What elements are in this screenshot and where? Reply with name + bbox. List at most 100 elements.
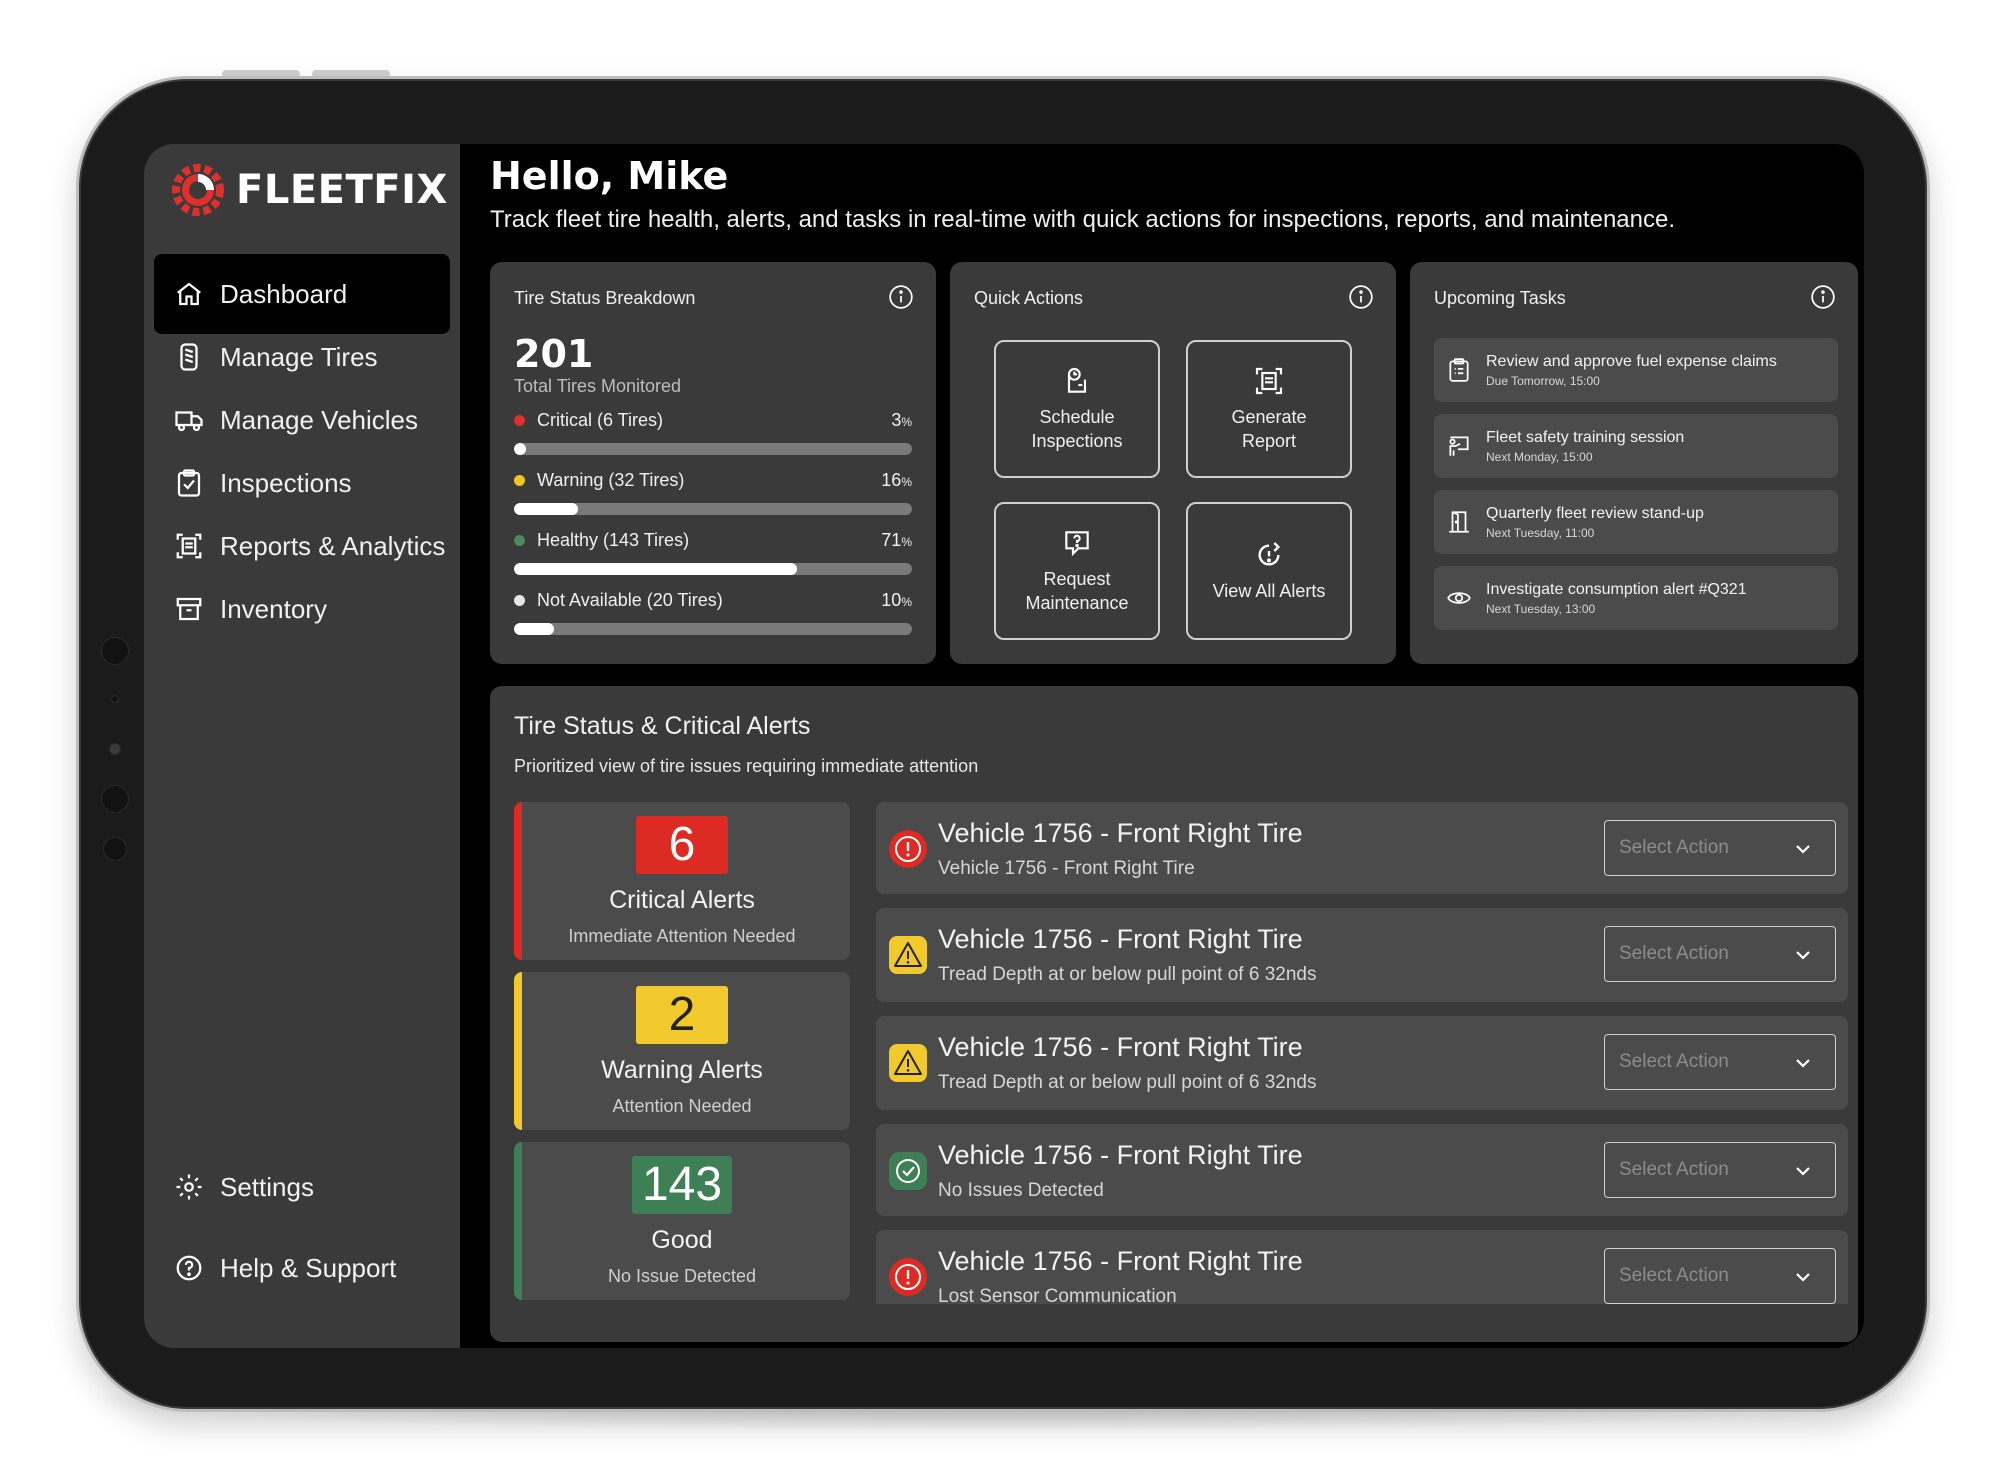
archive-icon — [176, 597, 202, 621]
sidebar-item-label: Manage Tires — [220, 341, 378, 372]
sidebar-item-inventory[interactable]: Inventory — [154, 569, 450, 649]
percent-value: 3 — [891, 410, 902, 430]
percent-value: 16 — [881, 470, 902, 490]
status-label: Critical (6 Tires) — [537, 410, 664, 430]
alert-title: Vehicle 1756 - Front Right Tire — [938, 1032, 1303, 1062]
page-subtitle: Track fleet tire health, alerts, and tas… — [490, 206, 1675, 233]
progress-fill — [514, 443, 526, 455]
task-item[interactable]: Review and approve fuel expense claims D… — [1434, 338, 1838, 402]
percent-unit: % — [901, 595, 912, 609]
camera-dot — [101, 637, 129, 665]
quick-action-label: Request Maintenance — [1025, 569, 1129, 613]
info-icon[interactable] — [1348, 284, 1374, 310]
status-dot — [514, 595, 525, 606]
schedule-inspections-button[interactable]: Schedule Inspections — [994, 340, 1160, 478]
critical-alert-icon — [889, 1258, 927, 1296]
quick-action-label: View All Alerts — [1212, 581, 1326, 601]
select-placeholder: Select Action — [1619, 837, 1729, 858]
sidebar-item-settings[interactable]: Settings — [154, 1147, 450, 1227]
percent-unit: % — [901, 475, 912, 489]
warning-triangle-icon — [889, 1044, 927, 1082]
summary-count: 143 — [631, 1156, 733, 1214]
select-action-dropdown[interactable]: Select Action — [1604, 1248, 1836, 1304]
alert-title: Vehicle 1756 - Front Right Tire — [938, 818, 1303, 848]
truck-icon — [175, 411, 203, 432]
select-placeholder: Select Action — [1619, 1051, 1729, 1072]
summary-sub: No Issue Detected — [607, 1266, 757, 1286]
task-item[interactable]: Fleet safety training session Next Monda… — [1434, 414, 1838, 478]
chevron-down-icon — [1796, 1167, 1810, 1176]
critical-summary-card[interactable]: 6 Critical Alerts Immediate Attention Ne… — [514, 802, 850, 960]
panel-subtitle: Prioritized view of tire issues requirin… — [514, 756, 979, 776]
alerts-list[interactable]: Vehicle 1756 - Front Right Tire Vehicle … — [876, 802, 1848, 1304]
warning-triangle-icon — [889, 936, 927, 974]
status-percent: 71% — [881, 530, 912, 551]
info-icon[interactable] — [1810, 284, 1836, 310]
select-placeholder: Select Action — [1619, 943, 1729, 964]
main-content: Hello, Mike Track fleet tire health, ale… — [460, 144, 1864, 1348]
alert-row[interactable]: Vehicle 1756 - Front Right Tire Tread De… — [876, 1016, 1848, 1110]
progress-bar — [514, 503, 912, 515]
status-dot — [514, 475, 525, 486]
alert-row[interactable]: Vehicle 1756 - Front Right Tire No Issue… — [876, 1124, 1848, 1216]
clipboard-check-icon — [177, 469, 201, 497]
upcoming-tasks-card: Upcoming Tasks Review and approve fuel e… — [1410, 262, 1858, 664]
select-action-dropdown[interactable]: Select Action — [1604, 1142, 1836, 1198]
status-row-healthy: Healthy (143 Tires) 71% — [514, 530, 912, 575]
alert-subtitle: Tread Depth at or below pull point of 6 … — [938, 1072, 1317, 1093]
alert-row[interactable]: Vehicle 1756 - Front Right Tire Lost Sen… — [876, 1230, 1848, 1304]
gear-logo-icon — [172, 164, 224, 216]
total-tires-label: Total Tires Monitored — [514, 376, 682, 396]
quick-action-label: Generate Report — [1231, 407, 1307, 451]
status-percent: 3% — [891, 410, 912, 431]
chevron-down-icon — [1796, 1273, 1810, 1282]
page-title: Hello, Mike — [490, 154, 729, 198]
summary-label: Good — [651, 1226, 713, 1254]
sidebar-item-label: Help & Support — [220, 1252, 397, 1283]
summary-label: Warning Alerts — [601, 1056, 763, 1084]
alert-row[interactable]: Vehicle 1756 - Front Right Tire Vehicle … — [876, 802, 1848, 894]
select-action-dropdown[interactable]: Select Action — [1604, 820, 1836, 876]
task-title: Investigate consumption alert #Q321 — [1486, 580, 1747, 598]
alert-subtitle: Lost Sensor Communication — [938, 1286, 1177, 1304]
check-circle-icon — [889, 1152, 927, 1190]
task-item[interactable]: Quarterly fleet review stand-up Next Tue… — [1434, 490, 1838, 554]
quick-actions-card: Quick Actions Schedule Inspections Gener… — [950, 262, 1396, 664]
alert-row[interactable]: Vehicle 1756 - Front Right Tire Tread De… — [876, 908, 1848, 1002]
status-label: Warning (32 Tires) — [537, 470, 685, 490]
status-percent: 10% — [881, 590, 912, 611]
sidebar-item-label: Dashboard — [220, 278, 348, 309]
task-due: Next Tuesday, 13:00 — [1486, 601, 1596, 616]
total-tires-value: 201 — [514, 332, 594, 376]
schedule-icon — [1067, 367, 1087, 393]
percent-unit: % — [901, 535, 912, 549]
sidebar-item-help-support[interactable]: Help & Support — [154, 1228, 450, 1308]
task-item[interactable]: Investigate consumption alert #Q321 Next… — [1434, 566, 1838, 630]
door-icon — [1449, 511, 1469, 533]
alert-subtitle: Vehicle 1756 - Front Right Tire — [938, 858, 1195, 879]
alerts-panel: Tire Status & Critical Alerts Prioritize… — [490, 686, 1858, 1342]
sidebar-item-label: Settings — [220, 1171, 314, 1202]
critical-alert-icon — [889, 830, 927, 868]
select-action-dropdown[interactable]: Select Action — [1604, 1034, 1836, 1090]
panel-title: Tire Status & Critical Alerts — [514, 712, 811, 740]
percent-unit: % — [901, 415, 912, 429]
status-label: Not Available (20 Tires) — [537, 590, 723, 610]
app-screen: FLEETFIX Dashboard Manage Tires Manage V… — [144, 144, 1864, 1348]
quick-action-label: Schedule Inspections — [1031, 407, 1123, 451]
view-all-alerts-button[interactable]: View All Alerts — [1186, 502, 1352, 640]
alert-title: Vehicle 1756 - Front Right Tire — [938, 1246, 1303, 1276]
select-action-dropdown[interactable]: Select Action — [1604, 926, 1836, 982]
generate-report-button[interactable]: Generate Report — [1186, 340, 1352, 478]
warning-summary-card[interactable]: 2 Warning Alerts Attention Needed — [514, 972, 850, 1130]
good-summary-card[interactable]: 143 Good No Issue Detected — [514, 1142, 850, 1300]
card-title: Upcoming Tasks — [1434, 288, 1566, 308]
task-due: Due Tomorrow, 15:00 — [1486, 373, 1600, 388]
summary-sub: Immediate Attention Needed — [568, 926, 796, 946]
info-icon[interactable] — [888, 284, 914, 310]
alert-refresh-icon — [1258, 542, 1281, 566]
task-title: Fleet safety training session — [1486, 428, 1685, 446]
brand-logo: FLEETFIX — [170, 162, 448, 218]
request-maintenance-button[interactable]: Request Maintenance — [994, 502, 1160, 640]
task-title: Review and approve fuel expense claims — [1486, 352, 1777, 370]
